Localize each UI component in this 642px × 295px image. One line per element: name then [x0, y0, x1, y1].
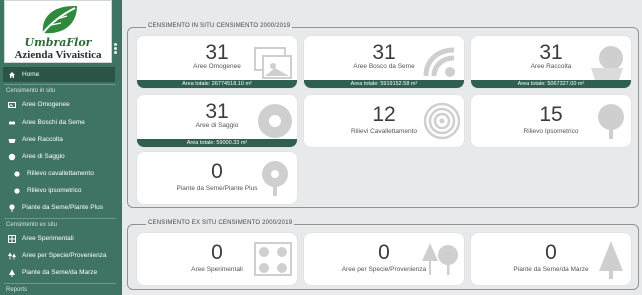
card-value: 12 — [372, 103, 396, 126]
card-label: Aree per Specie/Provenienza — [341, 266, 427, 273]
grid-icon — [8, 234, 16, 243]
card-value: 15 — [539, 103, 563, 126]
home-icon — [8, 71, 16, 79]
sidebar-item-home[interactable]: Home — [3, 67, 115, 82]
dot-icon — [13, 187, 21, 195]
sidebar-toggle-icon[interactable] — [114, 43, 118, 55]
card-value: 0 — [378, 241, 390, 264]
card-piante-da-seme-plus[interactable]: 0 Piante da Seme/Piante Plus — [137, 152, 297, 204]
basket-icon — [8, 136, 16, 144]
in-situ-section: CENSIMENTO IN SITU CENSIMENTO 2000/2019 … — [127, 23, 639, 208]
card-piante-da-marze[interactable]: 0 Piante da Seme/da Marze — [471, 233, 631, 285]
card-label: Aree di Saggio — [195, 122, 239, 129]
pine-icon — [8, 268, 16, 277]
card-aree-sperimentali[interactable]: 0 Aree Sperimentali — [137, 233, 297, 285]
card-aree-omogenee[interactable]: 31 Aree Omogenee Area totale: 26774518.1… — [137, 36, 297, 88]
divider — [4, 283, 116, 284]
card-value: 31 — [372, 41, 396, 64]
card-label: Aree Bosco da Seme — [353, 63, 415, 70]
divider — [4, 84, 116, 85]
sidebar-item-aree-sperimentali[interactable]: Aree Sperimentali — [3, 231, 115, 246]
sidebar-item-label: Piante da Seme/Piante Plus — [22, 204, 103, 211]
card-value: 31 — [205, 100, 229, 123]
section-label-reports[interactable]: Reports — [6, 287, 27, 293]
card-rilievo-ipsometrico[interactable]: 15 Rilievo Ipsometrico — [471, 95, 631, 147]
sidebar-item-rilievo-ipsometrico[interactable]: Rilievo ipsometrico — [3, 183, 115, 198]
sidebar-item-label: Home — [22, 71, 40, 78]
card-label: Aree Raccolta — [530, 63, 572, 70]
sidebar-item-label: Rilievo cavallettamento — [27, 170, 94, 177]
seeds-icon — [8, 119, 16, 127]
sidebar-item-label: Aree Raccolta — [22, 136, 63, 143]
sidebar-item-label: Rilievo ipsometrico — [27, 187, 82, 194]
card-value: 0 — [211, 241, 223, 264]
ex-situ-section: CENSIMENTO EX SITU CENSIMENTO 2000/2019 … — [127, 220, 639, 290]
card-label: Piante da Seme/da Marze — [513, 266, 589, 273]
card-label: Rilievi Cavallettamento — [350, 128, 418, 135]
card-footer: Area totale: 59000.33 m² — [137, 139, 297, 147]
sidebar-item-label: Aree Boschi da Seme — [22, 119, 85, 126]
sidebar-item-label: Aree per Specie/Provenienza — [22, 252, 107, 259]
sidebar-item-aree-boschi-da-seme[interactable]: Aree Boschi da Seme — [3, 115, 115, 130]
sidebar-item-aree-omogenee[interactable]: Aree Omogenee — [3, 97, 115, 112]
tree-icon — [8, 203, 16, 212]
card-footer: Area totale: 5067327.00 m² — [471, 80, 631, 88]
brand-name: UmbraFlor — [24, 36, 92, 49]
sidebar-item-aree-raccolta[interactable]: Aree Raccolta — [3, 132, 115, 147]
sidebar: UmbraFlor Azienda Vivaistica Home Censim… — [0, 0, 122, 295]
card-rilievi-cavallettamento[interactable]: 12 Rilievi Cavallettamento — [304, 95, 464, 147]
sidebar-item-label: Aree di Saggio — [22, 153, 65, 160]
card-value: 0 — [545, 241, 557, 264]
sidebar-item-piante-da-seme-plus[interactable]: Piante da Seme/Piante Plus — [3, 200, 115, 215]
card-aree-raccolta[interactable]: 31 Aree Raccolta Area totale: 5067327.00… — [471, 36, 631, 88]
leaf-icon — [42, 5, 77, 34]
card-aree-per-specie[interactable]: 0 Aree per Specie/Provenienza — [304, 233, 464, 285]
card-label: Aree Sperimentali — [191, 266, 243, 273]
card-value: 0 — [211, 160, 223, 183]
section-label-in-situ: Censimento in situ — [6, 88, 56, 94]
trees-icon — [8, 252, 16, 260]
card-value: 31 — [205, 41, 229, 64]
card-aree-bosco-da-seme[interactable]: 31 Aree Bosco da Seme Area totale: 59191… — [304, 36, 464, 88]
sidebar-item-aree-di-saggio[interactable]: Aree di Saggio — [3, 149, 115, 164]
sidebar-item-rilievo-cavallettamento[interactable]: Rilievo cavallettamento — [3, 166, 115, 181]
section-label-ex-situ: Censimento ex situ — [6, 222, 58, 228]
brand-subtitle: Azienda Vivaistica — [14, 49, 102, 61]
disc-icon — [8, 153, 16, 161]
brand-logo[interactable]: UmbraFlor Azienda Vivaistica — [4, 0, 112, 63]
sidebar-item-aree-per-specie[interactable]: Aree per Specie/Provenienza — [3, 248, 115, 263]
card-label: Piante da Seme/Piante Plus — [176, 185, 258, 192]
card-aree-di-saggio[interactable]: 31 Aree di Saggio Area totale: 59000.33 … — [137, 95, 297, 147]
map-icon — [8, 101, 16, 109]
card-footer: Area totale: 5919152.58 m² — [304, 80, 464, 88]
section-title: CENSIMENTO IN SITU CENSIMENTO 2000/2019 — [146, 23, 293, 29]
dot-icon — [13, 170, 21, 178]
card-label: Aree Omogenee — [193, 63, 241, 70]
card-footer: Area totale: 26774518.10 m² — [137, 80, 297, 88]
sidebar-item-piante-da-marze[interactable]: Piante da Seme/da Marze — [3, 265, 115, 280]
sidebar-item-label: Piante da Seme/da Marze — [22, 269, 98, 276]
divider — [4, 218, 116, 219]
sidebar-item-label: Aree Omogenee — [22, 101, 70, 108]
card-value: 31 — [539, 41, 563, 64]
section-title: CENSIMENTO EX SITU CENSIMENTO 2000/2019 — [146, 220, 295, 226]
card-label: Rilievo Ipsometrico — [523, 128, 579, 135]
sidebar-item-label: Aree Sperimentali — [22, 235, 74, 242]
